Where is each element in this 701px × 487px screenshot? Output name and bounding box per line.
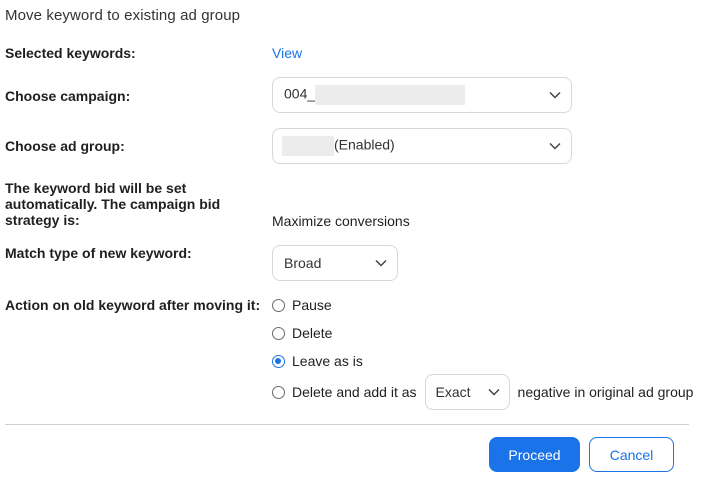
radio-option-pause[interactable]: Pause <box>272 295 332 315</box>
radio-button[interactable] <box>272 326 285 340</box>
radio-label-leave-as-is: Leave as is <box>292 353 363 369</box>
chevron-down-icon <box>549 91 561 99</box>
negative-match-type-value: Exact <box>435 384 471 400</box>
radio-label-delete: Delete <box>292 325 333 341</box>
match-type-select[interactable]: Broad <box>272 245 398 281</box>
redacted-campaign-name <box>315 85 466 105</box>
match-type-label: Match type of new keyword: <box>5 245 192 261</box>
radio-button-selected[interactable] <box>272 354 285 368</box>
choose-ad-group-label: Choose ad group: <box>5 138 125 154</box>
campaign-select-value: 004_ <box>284 85 466 105</box>
redacted-ad-group-name <box>282 136 334 156</box>
proceed-button[interactable]: Proceed <box>489 437 580 472</box>
footer-divider <box>5 424 689 425</box>
ad-group-select[interactable]: (Enabled) <box>272 128 572 164</box>
move-keyword-dialog: Move keyword to existing ad group Select… <box>0 0 701 487</box>
choose-campaign-label: Choose campaign: <box>5 88 131 104</box>
chevron-down-icon <box>549 142 561 150</box>
bid-strategy-value: Maximize conversions <box>272 213 410 229</box>
chevron-down-icon <box>375 259 387 267</box>
cancel-button[interactable]: Cancel <box>589 437 674 472</box>
dialog-title: Move keyword to existing ad group <box>5 7 241 24</box>
campaign-name-text: 004_ <box>284 85 316 102</box>
view-keywords-link[interactable]: View <box>272 45 302 61</box>
campaign-select[interactable]: 004_ <box>272 77 572 113</box>
radio-label-pause: Pause <box>292 297 332 313</box>
old-keyword-action-label: Action on old keyword after moving it: <box>5 297 261 313</box>
ad-group-status-text: (Enabled) <box>334 136 395 153</box>
ad-group-select-value: (Enabled) <box>282 136 395 156</box>
negative-match-type-select[interactable]: Exact <box>424 374 510 410</box>
match-type-select-value: Broad <box>284 255 322 271</box>
selected-keywords-label: Selected keywords: <box>5 45 136 61</box>
radio-button[interactable] <box>272 385 285 399</box>
negative-suffix-text: negative in original ad group <box>517 384 694 400</box>
radio-button[interactable] <box>272 298 285 312</box>
radio-option-delete[interactable]: Delete <box>272 323 332 343</box>
chevron-down-icon <box>488 388 500 396</box>
radio-label-delete-and-add: Delete and add it as <box>292 384 417 400</box>
radio-option-delete-and-add-negative[interactable]: Delete and add it as Exact negative in o… <box>272 374 694 410</box>
radio-option-leave-as-is[interactable]: Leave as is <box>272 351 363 371</box>
bid-strategy-label: The keyword bid will be set automaticall… <box>5 180 221 228</box>
